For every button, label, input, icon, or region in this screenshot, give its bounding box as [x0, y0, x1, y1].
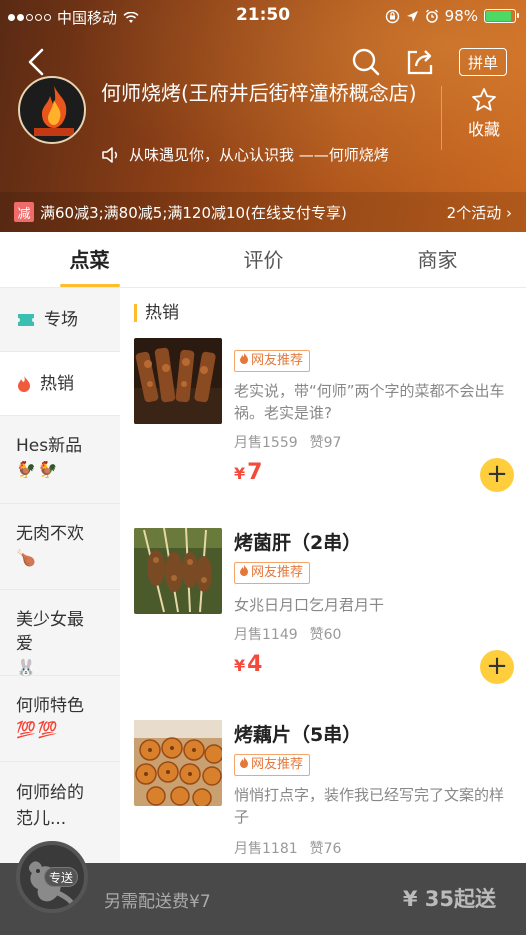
header-nav: 拼单 — [0, 40, 526, 84]
ticket-icon — [18, 314, 34, 326]
tag-flame-icon — [240, 353, 248, 364]
tab-reviews[interactable]: 评价 — [176, 232, 351, 288]
category-label: 专场 — [44, 310, 78, 330]
drumstick-icon: 🍗 — [16, 548, 38, 567]
monthly-sales: 月售1149 — [234, 627, 298, 643]
recommend-tag: 网友推荐 — [234, 350, 311, 372]
category-special[interactable]: 专场 — [0, 288, 120, 352]
dish-description: 女兆日月口乞月君月干 — [234, 596, 385, 614]
menu-list: 热销 网友推荐 老实说，带“何师”两个字的菜都不会出车祸。老实是谁? 月售155… — [120, 288, 526, 863]
dish-name: 烤菌肝（2串） — [234, 532, 362, 554]
dish-stats: 月售1181 赞76 — [234, 838, 341, 858]
currency-symbol: ¥ — [234, 464, 246, 483]
shop-slogan: 从味遇见你，从心认识我 ——何师烧烤 — [101, 144, 389, 165]
tag-label: 网友推荐 — [251, 565, 304, 580]
speaker-icon — [102, 146, 118, 163]
currency-symbol: ¥ — [234, 656, 246, 675]
tag-label: 网友推荐 — [251, 757, 304, 772]
monthly-sales: 月售1181 — [234, 841, 298, 857]
alarm-icon — [425, 9, 438, 23]
group-order-button[interactable]: 拼单 — [459, 48, 507, 76]
minimum-order-text: ¥ 35起送 — [402, 887, 496, 911]
add-to-cart-button[interactable]: + — [480, 650, 514, 684]
menu-item[interactable]: 网友推荐 老实说，带“何师”两个字的菜都不会出车祸。老实是谁? 月售1559 赞9… — [134, 338, 514, 508]
dish-name: 烤藕片（5串） — [234, 724, 362, 746]
recommend-tag: 网友推荐 — [234, 562, 311, 584]
dish-price: ¥7 — [234, 460, 262, 485]
add-to-cart-button[interactable]: + — [480, 458, 514, 492]
slogan-text: 从味遇见你，从心认识我 ——何师烧烤 — [129, 146, 389, 164]
favorite-label: 收藏 — [467, 120, 500, 139]
category-sidebar: 专场 热销 Hes新品 🐓🐓 无肉不欢 🍗 美少女最爱 🐰 何师特色 💯💯 何师… — [0, 288, 120, 935]
hundred-points-icon: 💯💯 — [16, 720, 60, 739]
category-signature[interactable]: 何师特色 💯💯 — [0, 676, 120, 762]
rooster-icon: 🐓🐓 — [16, 460, 60, 479]
delivery-fee-text: 另需配送费¥7 — [104, 892, 211, 912]
delivery-type-badge: 专送 — [44, 867, 78, 887]
star-icon — [472, 88, 496, 111]
share-icon[interactable] — [404, 46, 436, 78]
tag-label: 网友推荐 — [251, 353, 304, 368]
category-label: 无肉不欢 — [16, 524, 84, 544]
location-icon — [406, 10, 418, 22]
tab-merchant[interactable]: 商家 — [350, 232, 525, 288]
tag-flame-icon — [240, 565, 248, 576]
tab-order[interactable]: 点菜 — [2, 232, 177, 288]
price-value: 4 — [247, 652, 263, 677]
status-right: 98% — [385, 7, 519, 25]
shop-header: 中国移动 21:50 98% 拼单 何师烧烤(王府井后街梓潼桥概念店) 收藏 从… — [0, 0, 526, 232]
activities-count[interactable]: 2个活动 › — [447, 202, 512, 223]
dish-description: 悄悄打点字，装作我已经写完了文案的样子 — [234, 786, 505, 826]
dish-image — [134, 528, 222, 614]
dish-price: ¥4 — [234, 652, 262, 677]
category-new[interactable]: Hes新品 🐓🐓 — [0, 416, 120, 504]
likes-count: 赞76 — [309, 841, 342, 857]
shop-tabs: 点菜 评价 商家 — [0, 232, 526, 288]
discount-badge: 减 — [14, 202, 34, 222]
section-title: 热销 — [134, 304, 179, 322]
cart-bar[interactable]: 专送 另需配送费¥7 ¥ 35起送 — [0, 841, 526, 935]
category-girls[interactable]: 美少女最爱 🐰 — [0, 590, 120, 677]
category-label: 热销 — [40, 374, 74, 394]
category-label: Hes新品 — [16, 436, 83, 456]
flame-icon — [18, 376, 30, 392]
category-style[interactable]: 何师给的范儿... — [0, 762, 120, 848]
recommend-tag: 网友推荐 — [234, 754, 311, 776]
search-icon[interactable] — [350, 46, 382, 78]
likes-count: 赞60 — [309, 627, 342, 643]
monthly-sales: 月售1559 — [234, 435, 298, 451]
battery-icon — [484, 9, 519, 23]
promo-text: 满60减3;满80减5;满120减10(在线支付专享) — [40, 203, 347, 222]
dish-description: 老实说，带“何师”两个字的菜都不会出车祸。老实是谁? — [234, 382, 505, 422]
dish-image — [134, 720, 222, 806]
category-label: 美少女最爱 — [16, 610, 84, 654]
shop-name: 何师烧烤(王府井后街梓潼桥概念店) — [101, 81, 417, 105]
activities-count-label: 2个活动 — [446, 204, 502, 222]
category-label: 何师给的范儿... — [16, 783, 84, 829]
chevron-right-icon: › — [506, 204, 512, 222]
likes-count: 赞97 — [309, 435, 342, 451]
favorite-button[interactable]: 收藏 — [456, 86, 512, 140]
active-tab-indicator — [60, 284, 120, 287]
dish-stats: 月售1559 赞97 — [234, 432, 341, 452]
category-meat[interactable]: 无肉不欢 🍗 — [0, 504, 120, 590]
battery-percent: 98% — [444, 7, 478, 25]
shop-logo — [18, 76, 86, 144]
promo-bar[interactable]: 减 满60减3;满80减5;满120减10(在线支付专享) 2个活动 › — [0, 192, 526, 232]
tag-flame-icon — [240, 757, 248, 768]
category-hot[interactable]: 热销 — [0, 352, 120, 416]
dish-stats: 月售1149 赞60 — [234, 624, 341, 644]
lock-rotation-icon — [385, 9, 399, 23]
menu-item[interactable]: 烤菌肝（2串） 网友推荐 女兆日月口乞月君月干 月售1149 赞60 ¥4 + — [134, 528, 514, 698]
category-label: 何师特色 — [16, 696, 84, 716]
status-bar: 中国移动 21:50 98% — [0, 0, 526, 32]
back-icon[interactable] — [22, 46, 52, 78]
menu-item[interactable]: 烤藕片（5串） 网友推荐 悄悄打点字，装作我已经写完了文案的样子 月售1181 赞… — [134, 720, 514, 863]
dish-image — [134, 338, 222, 424]
price-value: 7 — [247, 460, 263, 485]
flame-logo-icon — [34, 86, 74, 136]
header-divider — [441, 86, 442, 150]
